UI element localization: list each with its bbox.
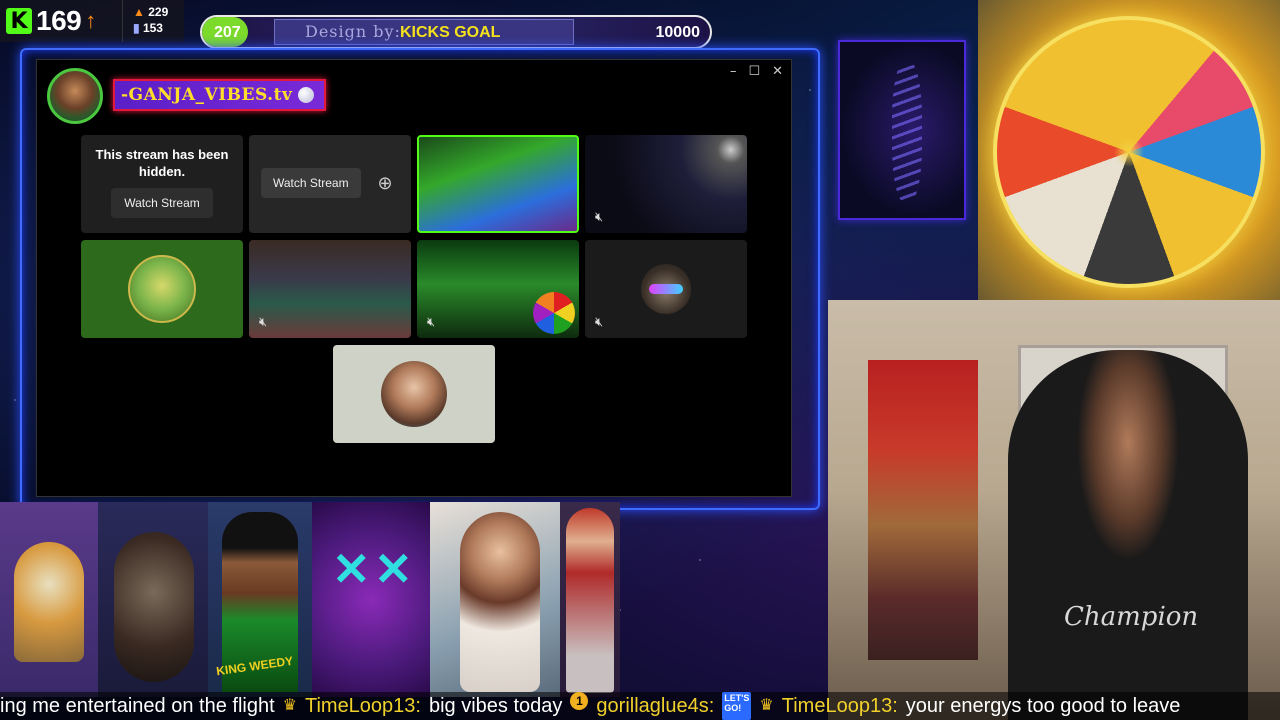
girl-avatar (381, 361, 447, 427)
crown-icon: ♛ (759, 697, 774, 714)
close-icon[interactable]: ✕ (772, 64, 783, 79)
ticker-message-2: big vibes today (428, 695, 563, 717)
goal-target: 10000 (655, 24, 701, 41)
window-controls: – ☐ ✕ (730, 64, 783, 79)
goal-label: KICKS GOAL (400, 24, 501, 41)
orb-icon (298, 87, 315, 103)
stream-tile-game-room[interactable]: 🔇︎ (249, 240, 411, 338)
muted-icon[interactable]: 🔇︎ (595, 209, 603, 225)
stacked-boxes (868, 360, 978, 660)
stream-tile-active[interactable] (417, 135, 579, 233)
stream-tile-spin-wheel[interactable]: 🔇︎ (417, 240, 579, 338)
kick-viewer-counter: K 169 ↑ (0, 0, 122, 42)
stream-tile-dark-room[interactable]: 🔇︎ (585, 135, 747, 233)
stream-tile-girl[interactable] (333, 345, 495, 443)
watch-stream-button[interactable]: Watch Stream (111, 188, 213, 218)
webcam-feed: Champion (828, 300, 1280, 720)
bars-icon: ▮ (133, 21, 140, 35)
kicks-goal-bar: 207 Design by: KICKS GOAL 10000 (200, 15, 712, 49)
streamer-person (1008, 350, 1248, 720)
streamer-avatar[interactable] (47, 68, 103, 124)
flame-icon: ▲ (133, 5, 145, 19)
muted-icon[interactable]: 🔇︎ (259, 314, 267, 330)
character-gallery: KING WEEDY ✕ ✕ (0, 502, 620, 697)
streamer-name: -GANJA_VIBES.tv (121, 85, 293, 105)
x-eye-icon: ✕ (332, 543, 371, 595)
add-stream-icon[interactable]: ⊕ (371, 169, 399, 197)
pepe-avatar (128, 255, 196, 323)
minimize-icon[interactable]: – (730, 64, 737, 79)
goal-current: 207 (214, 24, 241, 41)
ticker-message-1: ing me entertained on the flight (0, 695, 275, 717)
dna-helix-panel (838, 40, 966, 220)
crown-icon: ♛ (282, 697, 297, 714)
mini-stats: ▲ 229 ▮ 153 (122, 0, 184, 42)
ticker-user-2: TimeLoop13: (304, 695, 421, 717)
go-badge-line-1: LET'S (724, 693, 750, 703)
multistream-window: – ☐ ✕ -GANJA_VIBES.tv This stream has be… (36, 59, 792, 497)
muted-icon[interactable]: 🔇︎ (427, 314, 435, 330)
abstract-art-panel (978, 0, 1280, 300)
x-eye-icon: ✕ (374, 543, 413, 595)
ticker-user-3: gorillaglue4s: (596, 695, 715, 717)
shirt-logo: Champion (1064, 602, 1199, 632)
abstract-art-circle (993, 16, 1265, 288)
ticker-user-4: TimeLoop13: (781, 695, 898, 717)
king-weedy-character: KING WEEDY (208, 502, 312, 697)
ticker-message-4: your energys too good to leave (905, 695, 1181, 717)
viewer-count: 169 (36, 5, 82, 36)
hidden-stream-tile: This stream has been hidden. Watch Strea… (81, 135, 243, 233)
monkey-character (98, 502, 208, 697)
watch-stream-button-2[interactable]: Watch Stream (261, 168, 361, 198)
neon-smiley-art: ✕ ✕ (312, 502, 430, 697)
stream-tile-watch: Watch Stream ⊕ (249, 135, 411, 233)
design-by-text: Design by: (305, 22, 401, 41)
maximize-icon[interactable]: ☐ (748, 64, 760, 79)
glasses-icon (649, 284, 683, 294)
stat-top: 229 (148, 5, 169, 19)
duck-character (0, 502, 98, 697)
spin-wheel (533, 292, 575, 334)
go-badge-line-2: GO! (724, 703, 742, 713)
samurai-character (560, 502, 620, 697)
muted-icon[interactable]: 🔇︎ (595, 314, 603, 330)
stream-tile-monkey[interactable]: 🔇︎ (585, 240, 747, 338)
streamer-name-badge: -GANJA_VIBES.tv (113, 79, 327, 111)
hidden-stream-message: This stream has been hidden. (95, 147, 229, 179)
arrow-up-icon: ↑ (85, 8, 97, 33)
kick-logo-icon: K (6, 8, 32, 34)
lets-go-badge-icon: LET'S GO! (722, 692, 752, 720)
coin-badge-icon: 1 (570, 692, 589, 710)
stat-bottom: 153 (142, 21, 163, 35)
stream-tile-pepe[interactable] (81, 240, 243, 338)
chat-ticker: ing me entertained on the flight ♛ TimeL… (0, 692, 1280, 720)
woman-photo (430, 502, 560, 697)
king-weedy-label: KING WEEDY (215, 653, 294, 679)
